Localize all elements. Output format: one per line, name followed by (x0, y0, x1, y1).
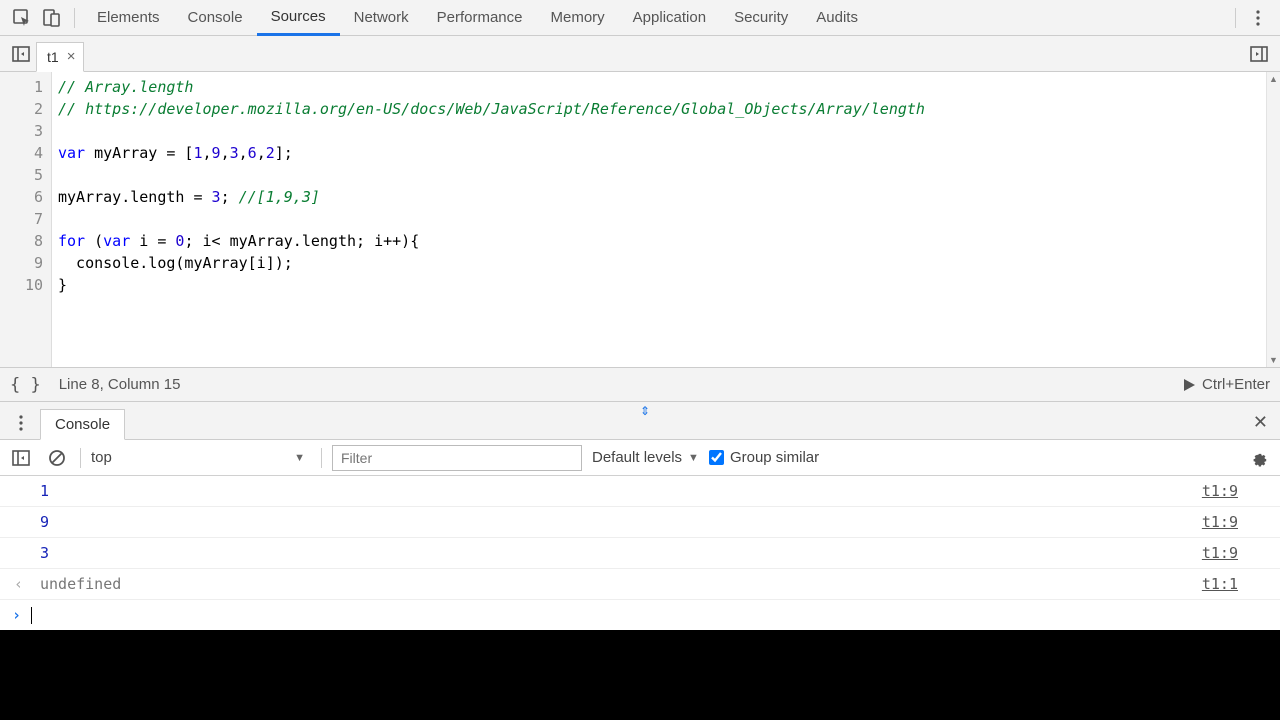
console-row: 9 t1:9 (0, 507, 1280, 538)
kebab-menu-icon[interactable] (1244, 4, 1272, 32)
drawer-tab-console[interactable]: Console (40, 409, 125, 440)
divider (321, 448, 322, 468)
device-toolbar-icon[interactable] (38, 4, 66, 32)
group-similar-label: Group similar (730, 449, 819, 466)
navigator-toggle-icon[interactable] (6, 39, 36, 69)
run-snippet-button[interactable]: Ctrl+Enter (1182, 376, 1270, 393)
log-levels-selector[interactable]: Default levels ▼ (592, 449, 699, 466)
panel-tab-security[interactable]: Security (720, 0, 802, 36)
panel-tab-console[interactable]: Console (174, 0, 257, 36)
levels-label: Default levels (592, 449, 682, 466)
filter-input[interactable] (332, 445, 582, 471)
file-tab[interactable]: t1 × (36, 42, 84, 72)
line-gutter: 12345678910 (0, 72, 52, 367)
console-row: 3 t1:9 (0, 538, 1280, 569)
context-selector[interactable]: top ▼ (91, 449, 311, 466)
console-toolbar: top ▼ Default levels ▼ Group similar (0, 440, 1280, 476)
close-icon[interactable]: ✕ (1249, 406, 1272, 439)
console-output: 1 t1:9 9 t1:9 3 t1:9 undefined t1:1 (0, 476, 1280, 600)
chevron-down-icon: ▼ (688, 452, 699, 464)
console-sidebar-toggle-icon[interactable] (8, 445, 34, 471)
sources-file-bar: t1 × (0, 36, 1280, 72)
close-icon[interactable]: × (67, 48, 76, 65)
bottom-bar (0, 630, 1280, 720)
scrollbar[interactable]: ▲ ▼ (1266, 72, 1280, 367)
inspect-element-icon[interactable] (8, 4, 36, 32)
drawer-header: Console ⇕ ✕ (0, 402, 1280, 440)
settings-gear-icon[interactable] (1246, 445, 1272, 471)
divider (80, 448, 81, 468)
panel-tab-performance[interactable]: Performance (423, 0, 537, 36)
run-hint-label: Ctrl+Enter (1202, 376, 1270, 393)
checkbox-input[interactable] (709, 450, 724, 465)
scroll-up-icon[interactable]: ▲ (1267, 72, 1280, 86)
console-source-link[interactable]: t1:9 (1202, 513, 1268, 531)
prompt-chevron-icon: › (12, 606, 21, 624)
group-similar-checkbox[interactable]: Group similar (709, 449, 819, 466)
console-value: 1 (40, 482, 49, 500)
context-label: top (91, 449, 112, 466)
resize-handle-icon[interactable]: ⇕ (640, 404, 649, 418)
console-row: undefined t1:1 (0, 569, 1280, 600)
text-cursor (31, 607, 32, 624)
debugger-toggle-icon[interactable] (1244, 39, 1274, 69)
panel-tab-network[interactable]: Network (340, 0, 423, 36)
panel-tab-elements[interactable]: Elements (83, 0, 174, 36)
console-source-link[interactable]: t1:9 (1202, 482, 1268, 500)
console-source-link[interactable]: t1:9 (1202, 544, 1268, 562)
console-value: 9 (40, 513, 49, 531)
panel-tab-application[interactable]: Application (619, 0, 720, 36)
drawer-tab-label: Console (55, 416, 110, 433)
console-prompt[interactable]: › (0, 600, 1280, 630)
console-row: 1 t1:9 (0, 476, 1280, 507)
console-value: 3 (40, 544, 49, 562)
code-editor[interactable]: 12345678910 // Array.length// https://de… (0, 72, 1280, 368)
kebab-menu-icon[interactable] (8, 407, 34, 439)
divider (74, 8, 75, 28)
panel-tab-sources[interactable]: Sources (257, 0, 340, 36)
panel-tab-memory[interactable]: Memory (537, 0, 619, 36)
console-value: undefined (40, 575, 121, 593)
divider (1235, 8, 1236, 28)
devtools-top-tabs: ElementsConsoleSourcesNetworkPerformance… (0, 0, 1280, 36)
code-content[interactable]: // Array.length// https://developer.mozi… (52, 72, 1266, 367)
panel-tab-audits[interactable]: Audits (802, 0, 872, 36)
console-source-link[interactable]: t1:1 (1202, 575, 1268, 593)
scroll-down-icon[interactable]: ▼ (1267, 353, 1280, 367)
file-tab-label: t1 (47, 49, 59, 65)
editor-status-bar: { } Line 8, Column 15 Ctrl+Enter (0, 368, 1280, 402)
pretty-print-icon[interactable]: { } (10, 375, 41, 395)
cursor-position: Line 8, Column 15 (59, 376, 181, 393)
chevron-down-icon: ▼ (294, 452, 305, 464)
clear-console-icon[interactable] (44, 445, 70, 471)
